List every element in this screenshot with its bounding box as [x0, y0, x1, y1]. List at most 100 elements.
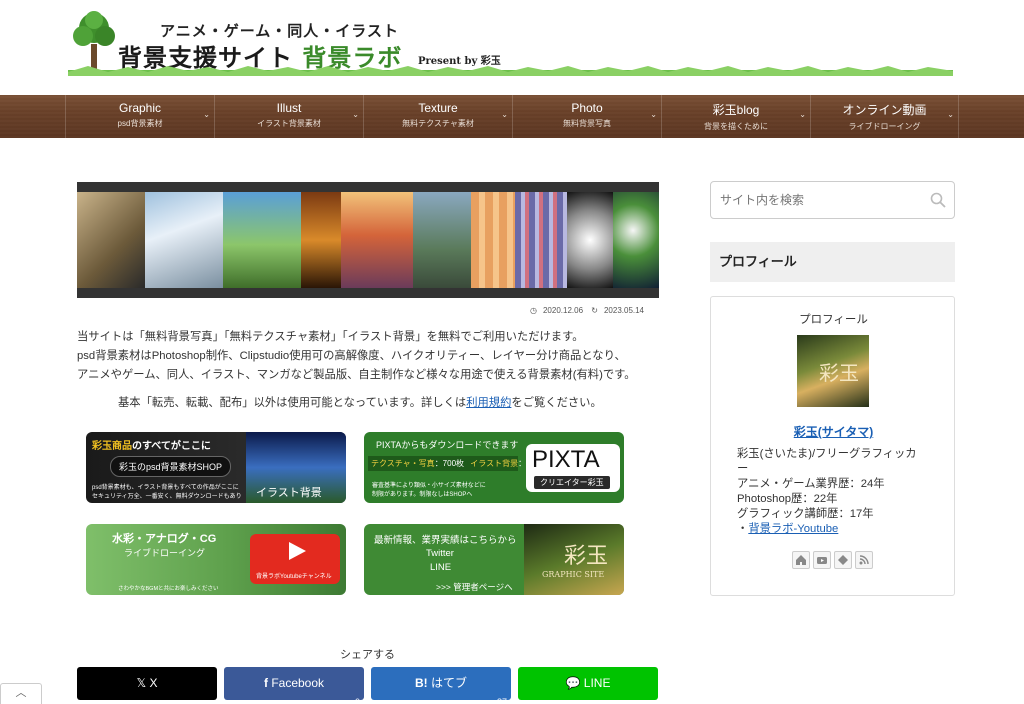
nav-item-blog[interactable]: 彩玉blog 背景を描くために ⌄ — [661, 95, 810, 138]
refresh-icon: ↻ — [591, 306, 598, 315]
live-drawing-banner[interactable]: 水彩・アナログ・CG ライブドローイング 背景ラボYoutubeチャンネル さわ… — [86, 524, 346, 595]
pixta-banner[interactable]: PIXTAからもダウンロードできます テクスチャ・写真：700枚 イラスト背景：… — [364, 432, 624, 503]
chevron-down-icon: ⌄ — [352, 110, 359, 119]
pixta-creator: クリエイター彩玉 — [534, 476, 610, 489]
live-sub: ライブドローイング — [124, 548, 206, 558]
admin-heading: 最新情報、業界実績はこちらから — [374, 535, 517, 546]
profile-description: 彩玉(さいたま)/フリーグラフィッカ ー アニメ・ゲーム業界歴：24年 Phot… — [737, 447, 937, 537]
chevron-down-icon: ⌄ — [799, 110, 806, 119]
nav-label: Photo — [571, 101, 603, 115]
sidebar-widget-title: プロフィール — [710, 242, 955, 282]
usage-notice: 基本「転売、転載、配布」以外は使用可能となっています。詳しくは利用規約をご覧くだ… — [118, 394, 602, 410]
nav-sublabel: psd背景素材 — [117, 119, 163, 128]
nav-sublabel: イラスト背景素材 — [257, 119, 321, 128]
profile-avatar-logo: 彩玉 — [819, 361, 859, 385]
nav-label: Graphic — [118, 101, 162, 115]
nav-item-online-video[interactable]: オンライン動画 ライブドローイング ⌄ — [810, 95, 959, 138]
post-dates: ◷ 2020.12.06 ↻ 2023.05.14 — [530, 306, 650, 315]
date-published: 2020.12.06 — [542, 306, 584, 315]
profile-avatar[interactable]: 彩玉 — [797, 335, 869, 407]
share-hatena-button[interactable]: B! はてブ 87 — [371, 667, 511, 704]
search-input[interactable] — [711, 182, 911, 218]
hatena-icon: B! — [414, 676, 431, 690]
pixta-logo: PIXTA — [532, 446, 600, 473]
profile-desc-line: アニメ・ゲーム業界歴：24年 — [737, 478, 885, 490]
notice-after: をご覧ください。 — [511, 397, 602, 409]
home-icon[interactable] — [792, 551, 810, 569]
site-header: アニメ・ゲーム・同人・イラスト 背景支援サイト 背景ラボ Present by … — [0, 0, 1024, 95]
youtube-link[interactable]: 背景ラボ-Youtube — [748, 523, 838, 535]
nav-sublabel: 無料テクスチャ素材 — [402, 119, 474, 128]
pixta-heading: PIXTAからもダウンロードできます — [376, 440, 519, 450]
live-heading: 水彩・アナログ・CG — [112, 533, 217, 545]
pixta-counts: テクスチャ・写真：700枚 イラスト背景：300枚 — [368, 456, 547, 471]
nav-label: Texture — [418, 101, 458, 115]
share-x-button[interactable]: 𝕏 X — [77, 667, 217, 700]
intro-text: 当サイトは「無料背景写真」「無料テクスチャ素材」「イラスト背景」を無料でご利用い… — [77, 328, 662, 385]
chevron-down-icon: ⌄ — [203, 110, 210, 119]
play-icon — [289, 542, 306, 560]
site-present: Present by 彩玉 — [418, 56, 501, 67]
rss-icon[interactable] — [855, 551, 873, 569]
nav-label: Illust — [276, 101, 302, 115]
youtube-icon[interactable] — [813, 551, 831, 569]
profile-desc-line: グラフィック講師歴：17年 — [737, 508, 874, 520]
chevron-down-icon: ⌄ — [947, 110, 954, 119]
chevron-up-icon: ︿ — [15, 686, 27, 699]
feedly-icon[interactable] — [834, 551, 852, 569]
x-icon: 𝕏 — [136, 676, 150, 690]
shop-banner[interactable]: 彩玉商品のすべてがここに 彩玉のpsd背景素材SHOP psd背景素材も、イラス… — [86, 432, 346, 503]
nav-label: 彩玉blog — [712, 103, 760, 117]
back-to-top-button[interactable]: ︿ — [0, 683, 42, 704]
shop-overlay: イラスト背景 — [256, 486, 322, 499]
shop-small-2: セキュリティ万全、一番安く、無料ダウンロードもあり — [92, 494, 242, 500]
profile-widget: プロフィール 彩玉 彩玉(サイタマ) 彩玉(さいたま)/フリーグラフィッカ ー … — [710, 296, 955, 596]
profile-desc-line: 彩玉(さいたま)/フリーグラフィッカ — [737, 448, 917, 460]
global-nav: Graphic psd背景素材 ⌄ Illust イラスト背景素材 ⌄ Text… — [0, 95, 1024, 138]
share-count: 87 — [496, 697, 507, 704]
chevron-down-icon: ⌄ — [650, 110, 657, 119]
terms-link[interactable]: 利用規約 — [466, 397, 511, 409]
admin-banner[interactable]: 最新情報、業界実績はこちらから Twitter LINE >>> 管理者ページへ… — [364, 524, 624, 595]
share-facebook-button[interactable]: f Facebook 0 — [224, 667, 364, 704]
shop-pill: 彩玉のpsd背景素材SHOP — [110, 456, 232, 477]
intro-line: psd背景素材はPhotoshop制作、Clipstudio使用可の高解像度、ハ… — [77, 350, 626, 362]
profile-link-row: ・背景ラボ-Youtube — [737, 523, 839, 535]
pixta-small-1: 審査基準により類似・小サイズ素材などに — [372, 483, 486, 489]
live-small: さわやかなBGMと共にお楽しみください — [118, 586, 219, 592]
shop-heading: 彩玉商品のすべてがここに — [92, 441, 211, 452]
profile-desc-line: Photoshop歴：22年 — [737, 493, 838, 505]
nav-item-graphic[interactable]: Graphic psd背景素材 ⌄ — [65, 95, 214, 138]
line-icon: 💬 — [565, 676, 584, 690]
profile-name-link[interactable]: 彩玉(サイタマ) — [711, 423, 956, 440]
profile-label: プロフィール — [799, 314, 868, 326]
nav-sublabel: ライブドローイング — [848, 122, 921, 131]
share-label: X — [149, 676, 158, 690]
admin-line-2: LINE — [430, 562, 452, 573]
chevron-down-icon: ⌄ — [501, 110, 508, 119]
nav-label: オンライン動画 — [842, 103, 927, 117]
share-title: シェアする — [340, 649, 395, 661]
clock-icon: ◷ — [530, 306, 537, 315]
search-icon[interactable] — [930, 192, 946, 208]
nav-item-texture[interactable]: Texture 無料テクスチャ素材 ⌄ — [363, 95, 512, 138]
nav-sublabel: 背景を描くために — [704, 122, 768, 131]
share-label: LINE — [583, 676, 611, 690]
admin-logo: 彩玉 — [564, 544, 609, 569]
date-updated: 2023.05.14 — [603, 306, 645, 315]
nav-sublabel: 無料背景写真 — [563, 119, 611, 128]
tree-icon — [73, 11, 115, 70]
nav-item-photo[interactable]: Photo 無料背景写真 ⌄ — [512, 95, 661, 138]
admin-logo-sub: GRAPHIC SITE — [542, 570, 605, 579]
pixta-small-2: 制限があります。制限なしはSHOPへ — [372, 492, 473, 498]
share-count: 0 — [354, 697, 360, 704]
share-line-button[interactable]: 💬 LINE — [518, 667, 658, 700]
shop-small-1: psd背景素材も、イラスト背景もすべての作品がここに — [92, 485, 239, 491]
admin-line-1: Twitter — [426, 548, 454, 559]
intro-line: 当サイトは「無料背景写真」「無料テクスチャ素材」「イラスト背景」を無料でご利用い… — [77, 331, 584, 343]
admin-link: >>> 管理者ページへ — [436, 582, 513, 592]
live-channel: 背景ラボYoutubeチャンネル — [256, 574, 332, 580]
intro-line: アニメやゲーム、同人、イラスト、マンガなど製品版、自主制作など様々な用途で使える… — [77, 369, 636, 381]
nav-item-illust[interactable]: Illust イラスト背景素材 ⌄ — [214, 95, 363, 138]
profile-desc-line: ー — [737, 463, 749, 475]
